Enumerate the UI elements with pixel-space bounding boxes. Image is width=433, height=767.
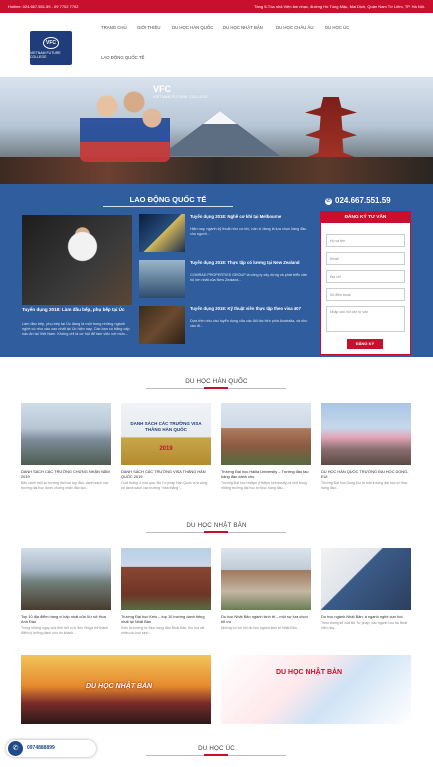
korea-card-desc: Bên cạnh một số trường đại học top đầu, …	[21, 481, 109, 490]
hero-brand: VFC	[153, 84, 171, 94]
japan-card-desc: Trong những ngày của thời tiết oi ả, tỉn…	[21, 626, 109, 635]
korea-card-image-year: 2019	[159, 446, 173, 452]
consult-form: ĐĂNG KÝ TƯ VẤN Họ và tên Email Địa chỉ S…	[320, 211, 411, 355]
banner-right-text: DU HỌC NHẬT BẢN	[276, 669, 343, 676]
korea-card-title[interactable]: DU HỌC HÀN QUỐC TRƯỜNG ĐẠI HỌC DONG-EUI	[321, 469, 411, 479]
japan-card[interactable]: Top 10 địa điểm hàng vi hấp nhất của Xứ …	[21, 548, 111, 636]
labor-news-item[interactable]: Tuyển dụng 2018: Nghề cơ khí tại Melbour…	[139, 214, 309, 252]
japan-card[interactable]: Du học ngành Nhật Bản: à ngành nghề cực …	[321, 548, 411, 631]
call-number: 0974888899	[27, 745, 55, 751]
japan-card-desc: Theo thống kê của Bộ Tư pháp, các ngành …	[321, 621, 408, 630]
korea-card[interactable]: DANH SÁCH CÁC TRƯỜNG VISA THẲNG HÀN QUỐC…	[121, 403, 211, 491]
labor-news-desc: Dựa trên nhu cầu tuyển dụng của các đối …	[190, 319, 308, 328]
japan-card-image[interactable]	[121, 548, 211, 610]
labor-news-desc: Hiện nay, ngành kỹ thuật như cơ khí, hàn…	[190, 227, 307, 236]
japan-card-title[interactable]: Du học ngành Nhật Bản: à ngành nghề cực …	[321, 614, 411, 619]
japan-banner-right[interactable]: DU HỌC NHẬT BẢN	[221, 655, 411, 724]
topbar-address: Tầng 5-Tòa nhà Viện âm nhạc, đường Hồ Tù…	[253, 4, 425, 9]
nav-item-about[interactable]: GIỚI THIỆU	[137, 25, 160, 30]
australia-title-underline	[146, 754, 286, 756]
labor-news-title[interactable]: Tuyển dụng 2018: Thực tập có lương tại N…	[190, 260, 310, 266]
korea-card-desc: Cuối tháng 4 vừa qua, Bộ Tư pháp Hàn Quố…	[121, 481, 208, 490]
japan-card-title[interactable]: Top 10 địa điểm hàng vi hấp nhất của Xứ …	[21, 614, 111, 624]
name-field[interactable]: Họ và tên	[326, 234, 405, 247]
japan-card-image[interactable]	[21, 548, 111, 610]
korea-title-underline	[146, 387, 286, 389]
top-bar: Hotline: 024.667.551.59 - 09 7702 7702 T…	[0, 0, 433, 13]
labor-title-underline	[103, 206, 233, 207]
japan-card-desc: Những lợi ích khi du học ngành kinh tế N…	[221, 626, 300, 631]
nav-item-japan[interactable]: DU HỌC NHẬT BẢN	[223, 25, 263, 30]
japan-card[interactable]: Trường Đại học Keio – top 10 trường danh…	[121, 548, 211, 636]
banner-left-text: DU HỌC NHẬT BẢN	[86, 683, 153, 690]
labor-main-title[interactable]: Tuyển dụng 2018: Làm đầu bếp, phụ bếp tạ…	[22, 307, 134, 313]
hotline[interactable]: ✆ 024.667.551.59	[325, 196, 391, 205]
labor-news-item[interactable]: Tuyển dụng 2018: Thực tập có lương tại N…	[139, 260, 309, 298]
nav-item-korea[interactable]: DU HỌC HÀN QUỐC	[172, 25, 213, 30]
japan-card-title[interactable]: Trường Đại học Keio – top 10 trường danh…	[121, 614, 211, 624]
labor-section-title[interactable]: LAO ĐỘNG QUỐC TẾ	[118, 195, 218, 204]
korea-card-image[interactable]: DANH SÁCH CÁC TRƯỜNG VISA THẲNG HÀN QUỐC…	[121, 403, 211, 465]
treeline	[0, 157, 433, 184]
email-field[interactable]: Email	[326, 252, 405, 265]
header: VFC VIETNAM FUTURE COLLEGE TRANG CHỦ GIỚ…	[0, 13, 433, 77]
korea-card-title[interactable]: DANH SÁCH CÁC TRƯỜNG VISA THẲNG HÀN QUỐC…	[121, 469, 211, 479]
korea-card-image[interactable]	[221, 403, 311, 465]
labor-news-item[interactable]: Tuyển dụng 2018: Kỹ thuật viên thực tập …	[139, 306, 309, 344]
nav-item-eu[interactable]: DU HỌC CHÂU ÂU	[276, 25, 313, 30]
labor-news-thumb[interactable]	[139, 306, 185, 344]
labor-news-title[interactable]: Tuyển dụng 2018: Nghề cơ khí tại Melbour…	[190, 214, 310, 220]
topbar-hotline: Hotline: 024.667.551.59 - 09 7702 7702	[8, 4, 79, 9]
korea-card-desc: Trường Đại học Dong-Eui là một trường đạ…	[321, 481, 408, 490]
korea-card[interactable]: Trường Đại học Hallia University – Trườn…	[221, 403, 311, 491]
question-field[interactable]: Nhập câu hỏi cần tư vấn	[326, 306, 405, 332]
submit-button[interactable]: ĐĂNG KÝ	[347, 339, 383, 349]
japan-card-image[interactable]	[321, 548, 411, 610]
japan-banner-left[interactable]: DU HỌC NHẬT BẢN	[21, 655, 211, 724]
korea-card-title[interactable]: DANH SÁCH CÁC TRƯỜNG CHỨNG NHẬN NĂM 2019	[21, 469, 111, 479]
labor-news-thumb[interactable]	[139, 260, 185, 298]
hero-tagline: VIETNAM FUTURE COLLEGE	[153, 95, 208, 99]
phone-icon: ✆	[325, 198, 332, 205]
students-photo	[80, 82, 170, 162]
korea-card[interactable]: DU HỌC HÀN QUỐC TRƯỜNG ĐẠI HỌC DONG-EUI …	[321, 403, 411, 491]
labor-news-desc: COMRAD PROPERTIES GROUP là công ty xây d…	[190, 273, 308, 282]
phone-icon: ✆	[8, 741, 23, 756]
site-logo[interactable]: VFC VIETNAM FUTURE COLLEGE	[30, 31, 72, 65]
nav-item-labor[interactable]: LAO ĐỘNG QUỐC TẾ	[101, 55, 144, 60]
japan-card-image[interactable]	[221, 548, 311, 610]
phone-field[interactable]: Số điện thoại	[326, 288, 405, 301]
japan-card-desc: Keio là trường tư thục hàng đầu Nhật Bản…	[121, 626, 205, 635]
hotline-number: 024.667.551.59	[335, 196, 391, 205]
korea-card[interactable]: DANH SÁCH CÁC TRƯỜNG CHỨNG NHẬN NĂM 2019…	[21, 403, 111, 491]
korea-card-desc: Trường Đại học Hallym (Hallym University…	[221, 481, 307, 490]
mountain-snow	[203, 111, 237, 124]
korea-card-image-text: DANH SÁCH CÁC TRƯỜNG VISA THẲNG HÀN QUỐC	[130, 421, 202, 432]
japan-card-title[interactable]: Du học Nhật Bản ngành kinh tế – một sự l…	[221, 614, 311, 624]
japan-title-underline	[146, 531, 286, 533]
hero-banner: VFC VIETNAM FUTURE COLLEGE	[0, 77, 433, 184]
korea-section-title[interactable]: DU HỌC HÀN QUỐC	[0, 378, 433, 385]
labor-main-desc: Làm đầu bếp, phụ bếp tại Úc đang là một …	[22, 322, 130, 337]
japan-card[interactable]: Du học Nhật Bản ngành kinh tế – một sự l…	[221, 548, 311, 631]
korea-card-title[interactable]: Trường Đại học Hallia University – Trườn…	[221, 469, 311, 479]
nav-item-home[interactable]: TRANG CHỦ	[101, 25, 127, 30]
address-field[interactable]: Địa chỉ	[326, 270, 405, 283]
labor-news-title[interactable]: Tuyển dụng 2018: Kỹ thuật viên thực tập …	[190, 306, 310, 312]
labor-news-thumb[interactable]	[139, 214, 185, 252]
labor-main-image[interactable]	[22, 215, 132, 305]
korea-card-image[interactable]	[21, 403, 111, 465]
floating-call-button[interactable]: ✆ 0974888899	[6, 740, 96, 757]
korea-card-image[interactable]	[321, 403, 411, 465]
logo-mark: VFC	[43, 37, 59, 49]
nav-item-australia[interactable]: DU HỌC ÚC	[325, 25, 349, 30]
logo-text: VIETNAM FUTURE COLLEGE	[30, 51, 61, 59]
japan-section-title[interactable]: DU HỌC NHẬT BẢN	[0, 522, 433, 529]
form-title: ĐĂNG KÝ TƯ VẤN	[321, 212, 410, 223]
